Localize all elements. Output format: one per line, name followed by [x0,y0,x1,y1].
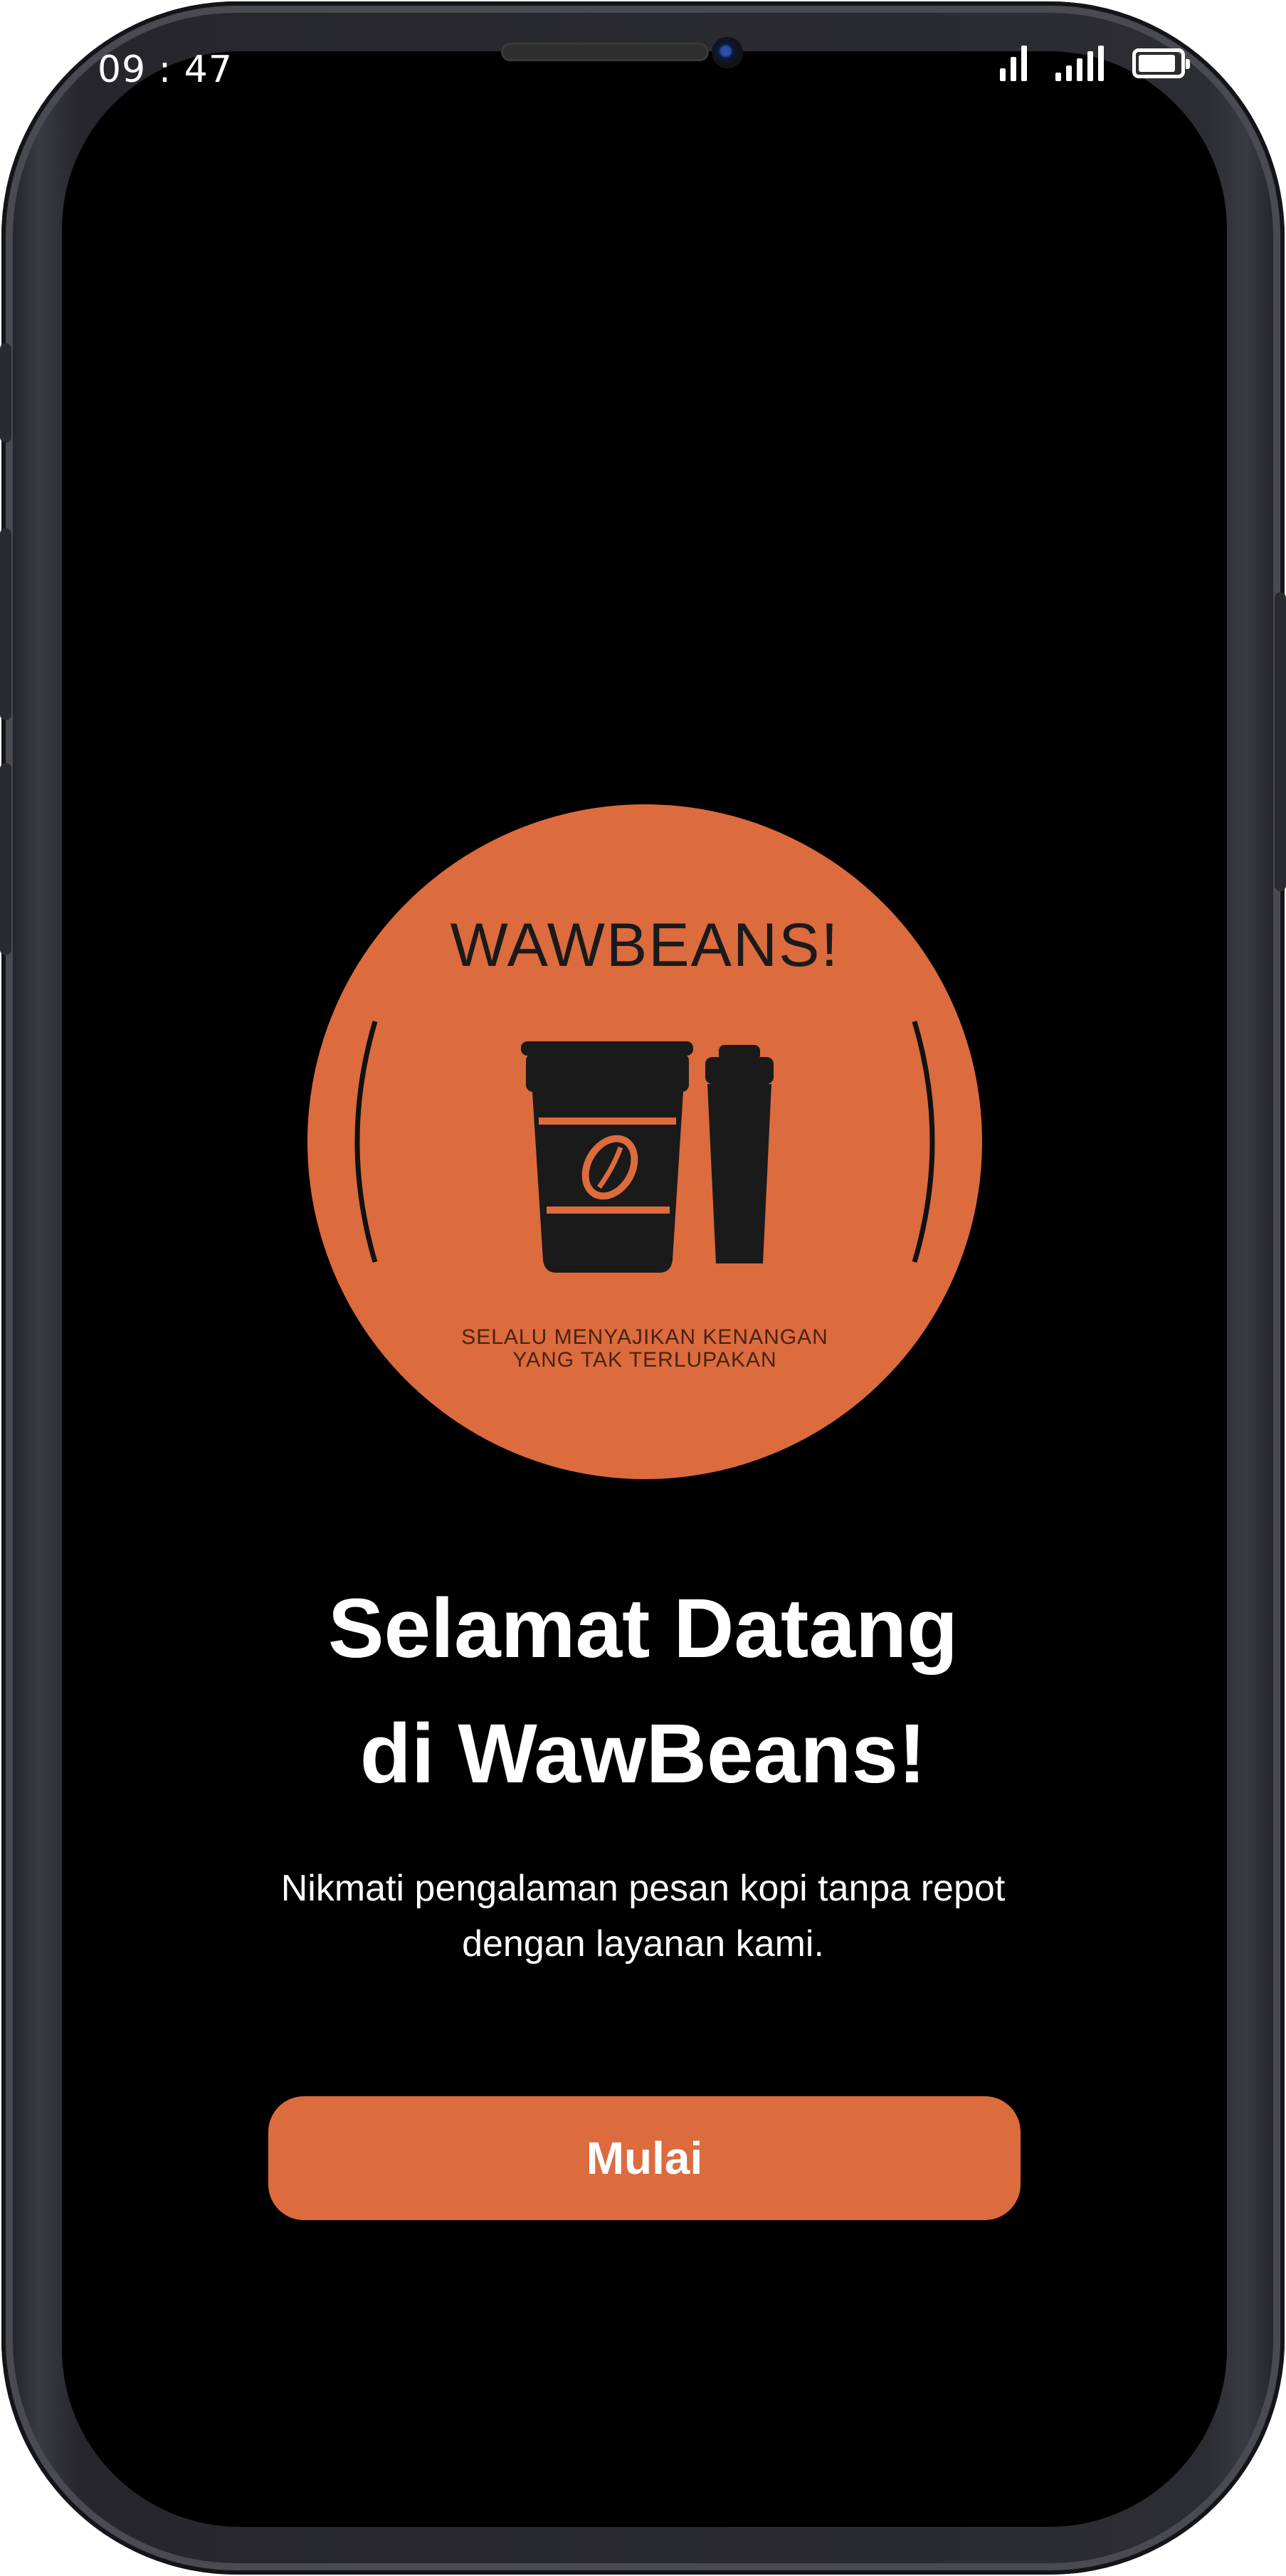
welcome-title-line1: Selamat Datang [327,1582,959,1676]
coffee-cups-icon [521,1041,774,1273]
battery-level [1139,55,1176,72]
logo-brand-text: WAWBEANS! [450,911,840,979]
signal-icon [1000,46,1027,81]
welcome-subtitle: Nikmati pengalaman pesan kopi tanpa repo… [0,1861,1286,1972]
start-button[interactable]: Mulai [268,2096,1021,2220]
earpiece-speaker [501,43,709,61]
power-button [1275,592,1286,891]
welcome-subtitle-line1: Nikmati pengalaman pesan kopi tanpa repo… [280,1868,1006,1909]
status-time: 09 : 47 [97,48,233,91]
wawbeans-logo: WAWBEANS! SELALU MENYAJIKAN KENANGAN YAN… [307,804,982,1479]
volume-up-button [0,528,11,720]
logo-tagline-line1: SELALU MENYAJIKAN KENANGAN [461,1325,828,1349]
logo-tagline-line2: YANG TAK TERLUPAKAN [512,1348,776,1372]
battery-icon [1132,48,1190,78]
cellular-icon [1055,46,1104,81]
action-button [0,343,11,443]
welcome-subtitle-line2: dengan layanan kami. [462,1923,824,1965]
welcome-title: Selamat Datang di WawBeans! [0,1566,1286,1817]
status-icons [1000,41,1190,81]
front-camera [712,37,743,68]
welcome-title-line2: di WawBeans! [359,1707,927,1801]
volume-down-button [0,763,11,955]
